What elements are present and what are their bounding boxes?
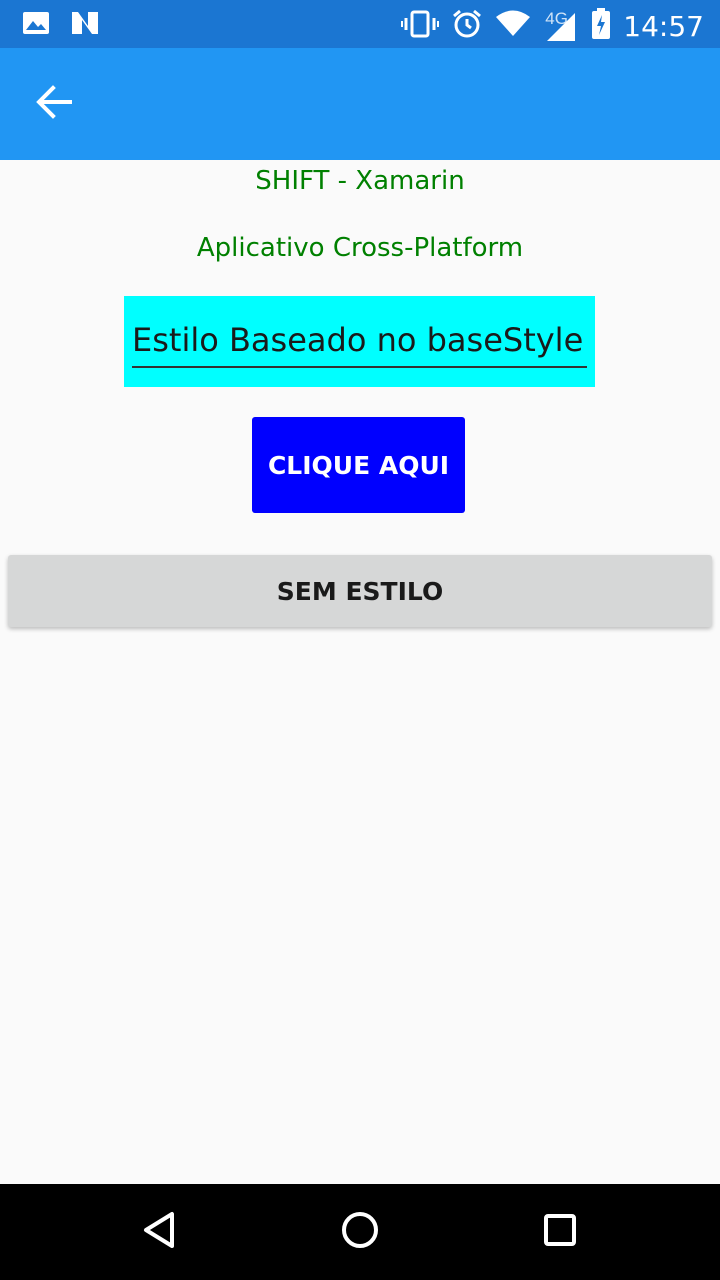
- wifi-icon: [495, 10, 531, 43]
- status-time: 14:57: [623, 9, 704, 43]
- system-nav-bar: [0, 1184, 720, 1280]
- n-notification-icon: [70, 10, 100, 41]
- back-button[interactable]: [22, 76, 86, 132]
- image-icon: [22, 11, 50, 40]
- nav-recents-button[interactable]: [536, 1208, 584, 1256]
- main-content: SHIFT - Xamarin Aplicativo Cross-Platfor…: [0, 160, 720, 1184]
- home-circle-icon: [339, 1209, 381, 1256]
- page-subtitle: Aplicativo Cross-Platform: [196, 233, 524, 263]
- signal-icon: 4G: [543, 9, 579, 43]
- status-bar: 4G 14:57: [0, 0, 720, 48]
- status-left-icons: [22, 10, 100, 41]
- clique-aqui-button[interactable]: CLIQUE AQUI: [252, 417, 465, 513]
- battery-icon: [591, 8, 611, 45]
- back-triangle-icon: [140, 1210, 180, 1255]
- nav-home-button[interactable]: [336, 1208, 384, 1256]
- status-right-icons: 4G 14:57: [401, 8, 704, 45]
- styled-entry-input[interactable]: [132, 314, 587, 368]
- arrow-back-icon: [36, 84, 72, 124]
- alarm-icon: [451, 8, 483, 45]
- nav-back-button[interactable]: [136, 1208, 184, 1256]
- styled-entry-container: [124, 296, 595, 387]
- sem-estilo-button[interactable]: SEM ESTILO: [8, 555, 712, 627]
- recents-square-icon: [540, 1210, 580, 1255]
- app-bar: [0, 48, 720, 160]
- vibrate-icon: [401, 9, 440, 44]
- page-title: SHIFT - Xamarin: [255, 166, 465, 196]
